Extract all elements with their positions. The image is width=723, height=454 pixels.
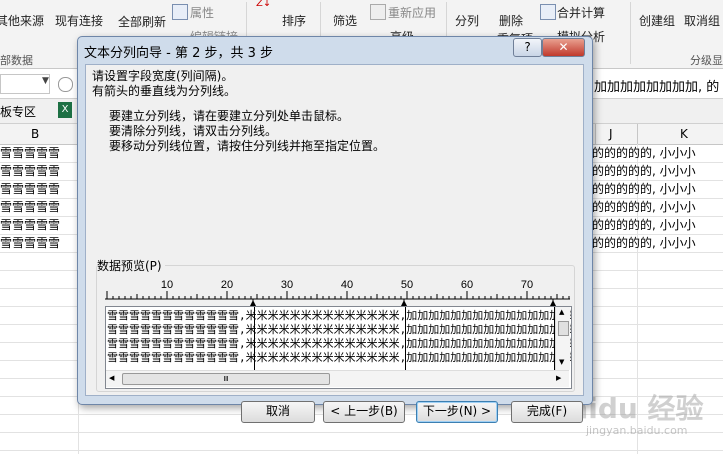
cell-row-4-right[interactable]: 的的的的的, 小小小: [592, 199, 723, 216]
reapply-icon: [370, 4, 386, 20]
ruler-label: 20: [221, 279, 233, 291]
ribbon-separator: [630, 2, 631, 64]
close-icon: ✕: [558, 40, 569, 54]
data-preview-area[interactable]: 雪雪雪雪雪雪雪雪雪雪雪雪,米米米米米米米米米米米米米米,加加加加加加加加加加加加…: [105, 306, 572, 389]
sheet-tab[interactable]: 板专区: [0, 103, 36, 120]
back-button[interactable]: < 上一步(B): [323, 401, 405, 423]
filter-button[interactable]: 筛选: [333, 12, 357, 29]
data-preview-label: 数据预览(P): [97, 259, 165, 273]
column-divider: [637, 124, 638, 144]
cell-row-1-left[interactable]: 雪雪雪雪雪: [0, 145, 78, 162]
column-break-line[interactable]: [405, 307, 406, 370]
instruction-clear: 要清除分列线，请双击分列线。: [109, 124, 278, 138]
vertical-scrollbar[interactable]: ▲ ▼: [555, 307, 570, 370]
preview-row: 雪雪雪雪雪雪雪雪雪雪雪雪,米米米米米米米米米米米米米米,加加加加加加加加加加加加…: [107, 337, 572, 350]
instruction-line-2: 有箭头的垂直线为分列线。: [92, 84, 237, 98]
remove-duplicates-button[interactable]: 删除: [499, 12, 523, 29]
next-button[interactable]: 下一步(N) >: [416, 401, 498, 423]
column-header-b[interactable]: B: [31, 127, 39, 141]
text-to-columns-button[interactable]: 分列: [455, 12, 479, 29]
scroll-right-icon[interactable]: ▶: [556, 374, 561, 382]
column-header-k[interactable]: K: [680, 127, 688, 141]
column-break-line[interactable]: [254, 307, 255, 370]
outline-group-label: 分级显: [690, 54, 723, 67]
ruler-label: 50: [401, 279, 413, 291]
chevron-down-icon[interactable]: ▼: [42, 76, 49, 86]
consolidate-icon: [540, 4, 556, 20]
cell-row-2-right[interactable]: 的的的的的, 小小小: [592, 163, 723, 180]
instruction-line-1: 请设置字段宽度(列间隔)。: [92, 69, 234, 83]
instruction-create: 要建立分列线，请在要建立分列处单击鼠标。: [109, 109, 350, 123]
existing-connections-button[interactable]: 现有连接: [55, 12, 103, 29]
scroll-grip-icon: Ⅲ: [223, 375, 229, 383]
cell-row-1-right[interactable]: 的的的的的, 小小小: [592, 145, 723, 162]
watermark-url: jingyan.baidu.com: [586, 424, 688, 437]
external-data-group-label: 部数据: [0, 54, 33, 67]
properties-icon: [172, 4, 188, 20]
ungroup-button[interactable]: 取消组: [684, 12, 720, 29]
ruler-label: 10: [161, 279, 173, 291]
preview-row: 雪雪雪雪雪雪雪雪雪雪雪雪,米米米米米米米米米米米米米米,加加加加加加加加加加加加…: [107, 309, 572, 322]
sort-za-icon[interactable]: Z↓: [256, 0, 271, 9]
cell-row-5-right[interactable]: 的的的的的, 小小小: [592, 217, 723, 234]
finish-button[interactable]: 完成(F): [511, 401, 583, 423]
cell-row-4-left[interactable]: 雪雪雪雪雪: [0, 199, 78, 216]
dialog-body: 请设置字段宽度(列间隔)。 有箭头的垂直线为分列线。 要建立分列线，请在要建立分…: [85, 64, 584, 423]
vertical-scroll-thumb[interactable]: [558, 321, 569, 336]
column-ruler[interactable]: 10 20 30 40 50 60 70: [105, 277, 570, 307]
cancel-button[interactable]: 取消: [241, 401, 315, 423]
scroll-left-icon[interactable]: ◀: [109, 374, 114, 382]
scroll-down-icon[interactable]: ▼: [559, 358, 564, 366]
cell-row-2-left[interactable]: 雪雪雪雪雪: [0, 163, 78, 180]
grid-line: [0, 450, 723, 451]
group-button[interactable]: 创建组: [639, 12, 675, 29]
dialog-title: 文本分列向导 - 第 2 步，共 3 步: [84, 46, 274, 61]
help-button[interactable]: ?: [513, 38, 542, 57]
ruler-label: 70: [521, 279, 533, 291]
ruler-label: 60: [461, 279, 473, 291]
properties-button[interactable]: 属性: [190, 4, 214, 21]
column-divider: [595, 124, 596, 144]
ruler-label: 40: [341, 279, 353, 291]
help-icon: ?: [524, 40, 531, 54]
instruction-move: 要移动分列线位置，请按住分列线并拖至指定位置。: [109, 139, 386, 153]
text-to-columns-dialog: 文本分列向导 - 第 2 步，共 3 步 ? ✕ 请设置字段宽度(列间隔)。 有…: [77, 36, 593, 423]
formula-content[interactable]: 加加加加加加加加, 的: [594, 76, 719, 95]
cell-row-3-right[interactable]: 的的的的的, 小小小: [592, 181, 723, 198]
cell-row-3-left[interactable]: 雪雪雪雪雪: [0, 181, 78, 198]
function-wizard-icon[interactable]: [58, 77, 73, 92]
sort-button[interactable]: 排序: [282, 12, 306, 29]
cell-row-6-left[interactable]: 雪雪雪雪雪: [0, 235, 78, 252]
preview-row: 雪雪雪雪雪雪雪雪雪雪雪雪,米米米米米米米米米米米米米米,加加加加加加加加加加加加…: [107, 323, 572, 336]
refresh-all-button[interactable]: 全部刷新: [118, 13, 166, 30]
break-line-start: [106, 307, 107, 367]
preview-row: 雪雪雪雪雪雪雪雪雪雪雪雪,米米米米米米米米米米米米米米,加加加加加加加加加加加加…: [107, 351, 572, 364]
ruler-ticks: 10 20 30 40 50 60 70: [106, 279, 570, 307]
scroll-up-icon[interactable]: ▲: [559, 308, 564, 316]
cell-row-6-right[interactable]: 的的的的的, 小小小: [592, 235, 723, 252]
horizontal-scrollbar[interactable]: ◀ Ⅲ ▶: [106, 370, 569, 387]
ruler-label: 30: [281, 279, 293, 291]
horizontal-scroll-thumb[interactable]: Ⅲ: [122, 373, 330, 385]
reapply-button[interactable]: 重新应用: [388, 4, 436, 21]
consolidate-button[interactable]: 合并计算: [557, 4, 605, 21]
column-header-j[interactable]: J: [609, 127, 613, 141]
excel-icon[interactable]: X: [58, 102, 72, 118]
other-sources-button[interactable]: 其他来源: [0, 12, 44, 29]
close-button[interactable]: ✕: [542, 38, 585, 57]
cell-row-5-left[interactable]: 雪雪雪雪雪: [0, 217, 78, 234]
